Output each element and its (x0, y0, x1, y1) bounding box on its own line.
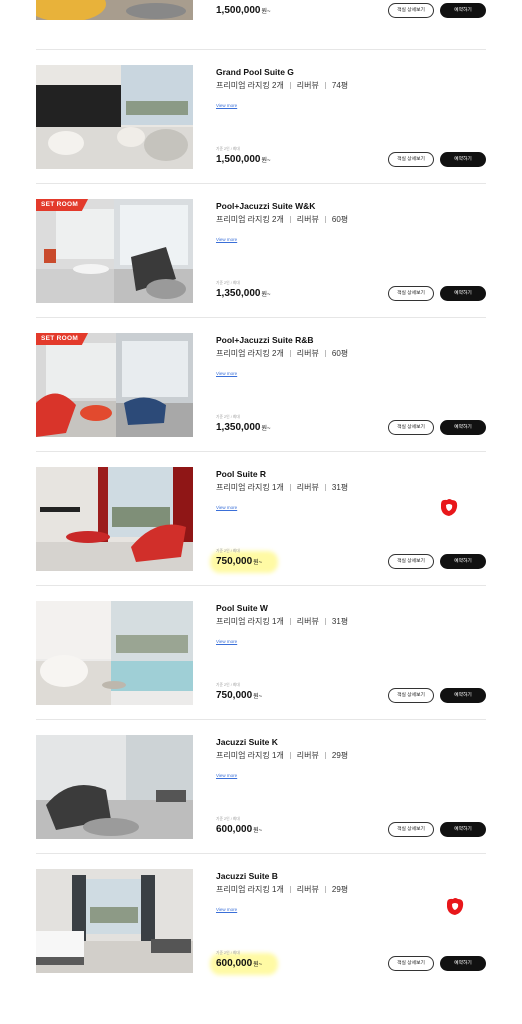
room-spec: 프리미엄 라지킹 1개 리버뷰 29평 (216, 751, 349, 760)
room-price: 750,000원~ (216, 690, 263, 701)
room-card: Grand Pool Suite G 프리미엄 라지킹 2개 리버뷰 74평 Vie… (36, 50, 486, 184)
room-detail-button[interactable]: 객실 상세보기 (388, 420, 434, 435)
view-more-link[interactable]: View more (216, 773, 237, 778)
price-label: 기준 2인 / 최대 (216, 415, 240, 419)
view-more-link[interactable]: View more (216, 907, 237, 912)
book-button[interactable]: 예약하기 (440, 3, 486, 18)
book-button[interactable]: 예약하기 (440, 688, 486, 703)
room-info: Jacuzzi Suite B 프리미엄 라지킹 1개 리버뷰 29평 View m… (210, 869, 486, 975)
price-label: 기준 2인 / 최대 (216, 683, 240, 687)
price-label: 기준 2인 / 최대 (216, 147, 240, 151)
room-detail-button[interactable]: 객실 상세보기 (388, 286, 434, 301)
room-spec: 프리미엄 라지킹 2개 리버뷰 60평 (216, 215, 349, 224)
room-info: Pool+Jacuzzi Suite W&K 프리미엄 라지킹 2개 리버뷰 60평… (216, 199, 486, 303)
room-price: 1,500,000원~ (216, 154, 271, 165)
view-more-link[interactable]: View more (216, 505, 237, 510)
room-thumbnail[interactable] (36, 467, 193, 571)
view-more-link[interactable]: View more (216, 639, 237, 644)
room-thumbnail[interactable] (36, 735, 193, 839)
room-name: Pool+Jacuzzi Suite R&B (216, 335, 314, 345)
room-info: 1,500,000원~ 객실 상세보기 예약하기 (216, 0, 486, 20)
room-card: SET ROOM Pool+Jacuzzi Suite R&B 프리미엄 라지킹… (36, 318, 486, 452)
book-button[interactable]: 예약하기 (440, 554, 486, 569)
room-thumbnail[interactable]: SET ROOM (36, 333, 193, 437)
room-spec: 프리미엄 라지킹 1개 리버뷰 31평 (216, 617, 349, 626)
room-name: Grand Pool Suite G (216, 67, 294, 77)
price-label: 기준 2인 / 최대 (216, 951, 240, 955)
room-card: SET ROOM Pool+Jacuzzi Suite W&K 프리미엄 라지킹… (36, 184, 486, 318)
room-thumbnail[interactable] (36, 869, 193, 973)
room-name: Pool+Jacuzzi Suite W&K (216, 201, 316, 211)
price-label: 기준 2인 / 최대 (216, 549, 240, 553)
book-button[interactable]: 예약하기 (440, 956, 486, 971)
view-more-link[interactable]: View more (216, 237, 237, 242)
room-card: Jacuzzi Suite K 프리미엄 라지킹 1개 리버뷰 29평 View m… (36, 720, 486, 854)
book-button[interactable]: 예약하기 (440, 286, 486, 301)
room-name: Pool Suite R (216, 469, 267, 479)
view-more-link[interactable]: View more (216, 103, 237, 108)
book-button[interactable]: 예약하기 (440, 420, 486, 435)
room-name: Jacuzzi Suite B (216, 871, 278, 881)
room-detail-button[interactable]: 객실 상세보기 (388, 3, 434, 18)
book-button[interactable]: 예약하기 (440, 822, 486, 837)
room-info: Grand Pool Suite G 프리미엄 라지킹 2개 리버뷰 74평 Vie… (216, 65, 486, 169)
room-spec: 프리미엄 라지킹 1개 리버뷰 31평 (216, 483, 349, 492)
room-spec: 프리미엄 라지킹 2개 리버뷰 60평 (216, 349, 349, 358)
set-room-badge: SET ROOM (36, 199, 89, 211)
room-name: Jacuzzi Suite K (216, 737, 278, 747)
room-card: Jacuzzi Suite B 프리미엄 라지킹 1개 리버뷰 29평 View m… (36, 854, 486, 988)
room-name: Pool Suite W (216, 603, 268, 613)
room-thumbnail[interactable] (36, 65, 193, 169)
room-price: 1,350,000원~ (216, 422, 271, 433)
room-list-page: 1,500,000원~ 객실 상세보기 예약하기 Grand Pool Suit… (0, 0, 522, 1024)
room-spec: 프리미엄 라지킹 1개 리버뷰 29평 (216, 885, 349, 894)
room-info: Pool Suite W 프리미엄 라지킹 1개 리버뷰 31평 View more… (216, 601, 486, 705)
set-room-badge: SET ROOM (36, 333, 89, 345)
price-label: 기준 2인 / 최대 (216, 281, 240, 285)
room-thumbnail[interactable]: SET ROOM (36, 199, 193, 303)
room-card: Pool Suite W 프리미엄 라지킹 1개 리버뷰 31평 View more… (36, 586, 486, 720)
room-info: Pool+Jacuzzi Suite R&B 프리미엄 라지킹 2개 리버뷰 60평… (216, 333, 486, 437)
room-price: 750,000원~ (216, 556, 263, 567)
room-thumbnail[interactable] (36, 0, 193, 20)
room-card: 1,500,000원~ 객실 상세보기 예약하기 (36, 0, 486, 50)
room-spec: 프리미엄 라지킹 2개 리버뷰 74평 (216, 81, 349, 90)
room-detail-button[interactable]: 객실 상세보기 (388, 956, 434, 971)
room-price: 1,350,000원~ (216, 288, 271, 299)
room-card: Pool Suite R 프리미엄 라지킹 1개 리버뷰 31평 View more… (36, 452, 486, 586)
red-heart-mark-icon (438, 498, 460, 518)
price-label: 기준 2인 / 최대 (216, 817, 240, 821)
red-heart-mark-icon (444, 897, 466, 917)
room-detail-button[interactable]: 객실 상세보기 (388, 688, 434, 703)
room-info: Jacuzzi Suite K 프리미엄 라지킹 1개 리버뷰 29평 View m… (216, 735, 486, 839)
view-more-link[interactable]: View more (216, 371, 237, 376)
room-thumbnail[interactable] (36, 601, 193, 705)
room-detail-button[interactable]: 객실 상세보기 (388, 822, 434, 837)
room-price: 600,000원~ (216, 958, 263, 969)
room-info: Pool Suite R 프리미엄 라지킹 1개 리버뷰 31평 View more… (210, 467, 486, 573)
book-button[interactable]: 예약하기 (440, 152, 486, 167)
room-price: 1,500,000원~ (216, 5, 271, 16)
room-detail-button[interactable]: 객실 상세보기 (388, 152, 434, 167)
room-detail-button[interactable]: 객실 상세보기 (388, 554, 434, 569)
room-price: 600,000원~ (216, 824, 263, 835)
